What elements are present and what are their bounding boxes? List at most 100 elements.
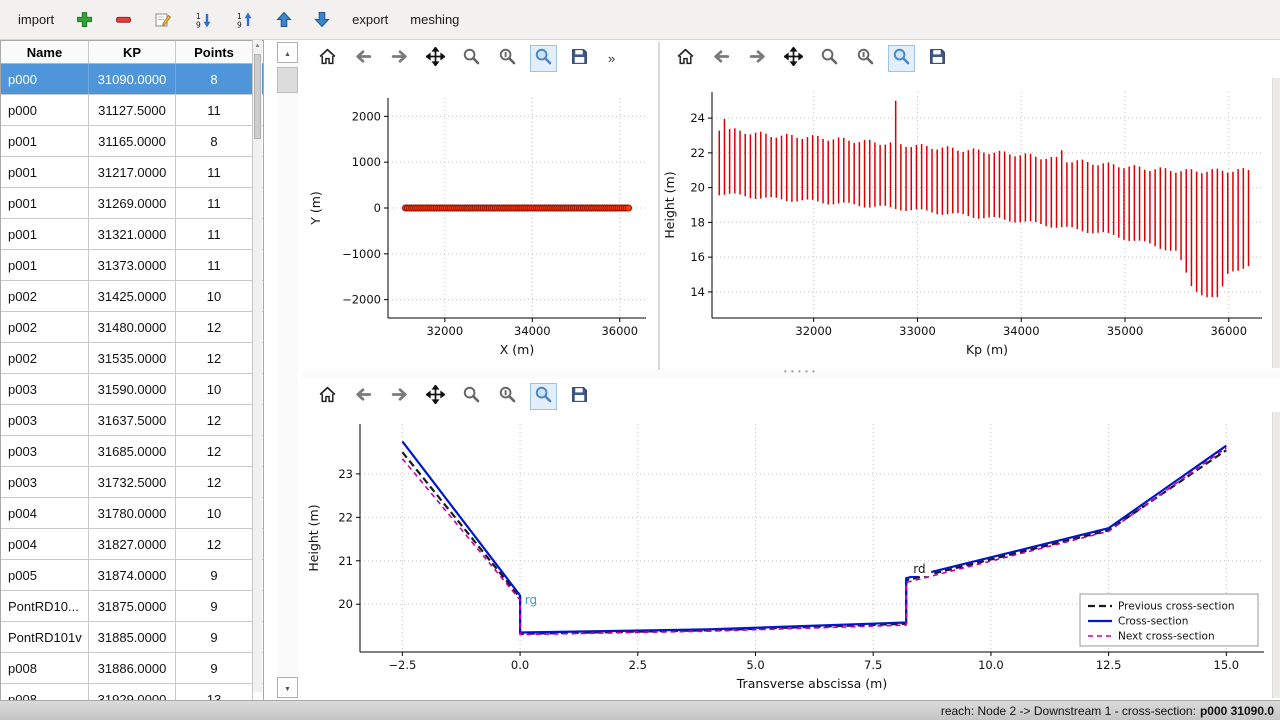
- cell-points[interactable]: 10: [176, 281, 253, 311]
- sort-descending-button[interactable]: 19: [229, 7, 260, 33]
- export-button[interactable]: export: [346, 8, 394, 31]
- cell-kp[interactable]: 31090.0000: [89, 64, 176, 94]
- cell-kp[interactable]: 31732.5000: [89, 467, 176, 497]
- zoom-original-button[interactable]: [494, 383, 521, 410]
- cell-points[interactable]: 12: [176, 467, 253, 497]
- cell-kp[interactable]: 31827.0000: [89, 529, 176, 559]
- cell-kp[interactable]: 31685.0000: [89, 436, 176, 466]
- table-row[interactable]: PontRD10...31875.00009: [1, 591, 263, 622]
- home-button[interactable]: [314, 383, 341, 410]
- cell-kp[interactable]: 31637.5000: [89, 405, 176, 435]
- cell-name[interactable]: p002: [1, 343, 89, 373]
- cell-name[interactable]: p002: [1, 281, 89, 311]
- toolbar-overflow-chevron[interactable]: »: [608, 51, 615, 66]
- forward-button[interactable]: [744, 45, 771, 72]
- cell-kp[interactable]: 31875.0000: [89, 591, 176, 621]
- cell-kp[interactable]: 31321.0000: [89, 219, 176, 249]
- table-row[interactable]: p00131165.00008: [1, 126, 263, 157]
- cell-name[interactable]: p003: [1, 467, 89, 497]
- panel-scroll-down-button[interactable]: [277, 677, 298, 698]
- column-header-name[interactable]: Name: [1, 41, 89, 63]
- cell-kp[interactable]: 31480.0000: [89, 312, 176, 342]
- cell-name[interactable]: p001: [1, 188, 89, 218]
- table-row[interactable]: p00431827.000012: [1, 529, 263, 560]
- table-row[interactable]: p00031090.00008: [1, 64, 263, 95]
- table-scrollbar[interactable]: [252, 40, 262, 692]
- cell-name[interactable]: p003: [1, 374, 89, 404]
- cell-name[interactable]: p000: [1, 95, 89, 125]
- table-row[interactable]: p00131217.000011: [1, 157, 263, 188]
- cell-name[interactable]: p002: [1, 312, 89, 342]
- back-button[interactable]: [708, 45, 735, 72]
- cell-points[interactable]: 9: [176, 591, 253, 621]
- cell-points[interactable]: 11: [176, 219, 253, 249]
- cell-name[interactable]: p005: [1, 560, 89, 590]
- panel-scrollbar[interactable]: [277, 42, 298, 698]
- cell-name[interactable]: PontRD101v: [1, 622, 89, 652]
- table-row[interactable]: p00831886.00009: [1, 653, 263, 684]
- move-down-button[interactable]: [308, 7, 336, 32]
- cell-points[interactable]: 12: [176, 312, 253, 342]
- table-scroll-up-icon[interactable]: [253, 40, 262, 52]
- horizontal-splitter[interactable]: [302, 370, 1280, 378]
- cell-points[interactable]: 12: [176, 529, 253, 559]
- edit-button[interactable]: [148, 7, 178, 33]
- zoom-rect-button[interactable]: [530, 383, 557, 410]
- cell-points[interactable]: 11: [176, 95, 253, 125]
- cell-name[interactable]: p003: [1, 436, 89, 466]
- table-row[interactable]: p00531874.00009: [1, 560, 263, 591]
- cell-points[interactable]: 12: [176, 405, 253, 435]
- cell-points[interactable]: 8: [176, 64, 253, 94]
- table-row[interactable]: p00331732.500012: [1, 467, 263, 498]
- zoom-rect-button[interactable]: [888, 45, 915, 72]
- table-row[interactable]: p00131373.000011: [1, 250, 263, 281]
- zoom-button[interactable]: [458, 45, 485, 72]
- panel-scroll-thumb[interactable]: [277, 67, 298, 93]
- back-button[interactable]: [350, 383, 377, 410]
- back-button[interactable]: [350, 45, 377, 72]
- save-button[interactable]: [924, 45, 951, 72]
- cell-kp[interactable]: 31127.5000: [89, 95, 176, 125]
- zoom-original-button[interactable]: [494, 45, 521, 72]
- cell-points[interactable]: 9: [176, 653, 253, 683]
- cell-name[interactable]: p001: [1, 126, 89, 156]
- cell-name[interactable]: p003: [1, 405, 89, 435]
- cell-name[interactable]: p004: [1, 529, 89, 559]
- longitudinal-profile-plot[interactable]: 3200033000340003500036000141618202224Kp …: [660, 76, 1280, 370]
- cell-kp[interactable]: 31590.0000: [89, 374, 176, 404]
- table-row[interactable]: p00331590.000010: [1, 374, 263, 405]
- cell-kp[interactable]: 31269.0000: [89, 188, 176, 218]
- cell-name[interactable]: p001: [1, 157, 89, 187]
- cell-name[interactable]: p001: [1, 219, 89, 249]
- cell-kp[interactable]: 31886.0000: [89, 653, 176, 683]
- table-scroll-thumb[interactable]: [254, 54, 261, 139]
- table-row[interactable]: p00131321.000011: [1, 219, 263, 250]
- panel-scroll-up-button[interactable]: [277, 42, 298, 63]
- table-row[interactable]: p00231480.000012: [1, 312, 263, 343]
- column-header-kp[interactable]: KP: [89, 41, 176, 63]
- table-row[interactable]: p00331637.500012: [1, 405, 263, 436]
- cell-points[interactable]: 11: [176, 157, 253, 187]
- cell-name[interactable]: p000: [1, 64, 89, 94]
- home-button[interactable]: [314, 45, 341, 72]
- zoom-button[interactable]: [458, 383, 485, 410]
- zoom-rect-button[interactable]: [530, 45, 557, 72]
- cell-kp[interactable]: 31885.0000: [89, 622, 176, 652]
- table-row[interactable]: p00031127.500011: [1, 95, 263, 126]
- forward-button[interactable]: [386, 383, 413, 410]
- cell-points[interactable]: 12: [176, 436, 253, 466]
- meshing-button[interactable]: meshing: [404, 8, 465, 31]
- cell-points[interactable]: 11: [176, 188, 253, 218]
- cell-points[interactable]: 9: [176, 622, 253, 652]
- pan-button[interactable]: [780, 45, 807, 72]
- cell-points[interactable]: 8: [176, 126, 253, 156]
- cell-points[interactable]: 11: [176, 250, 253, 280]
- table-row[interactable]: PontRD101v31885.00009: [1, 622, 263, 653]
- cell-kp[interactable]: 31165.0000: [89, 126, 176, 156]
- cell-points[interactable]: 9: [176, 560, 253, 590]
- remove-button[interactable]: [109, 7, 138, 32]
- cell-name[interactable]: p001: [1, 250, 89, 280]
- import-button[interactable]: import: [12, 8, 60, 31]
- cell-points[interactable]: 10: [176, 374, 253, 404]
- sort-ascending-button[interactable]: 19: [188, 7, 219, 33]
